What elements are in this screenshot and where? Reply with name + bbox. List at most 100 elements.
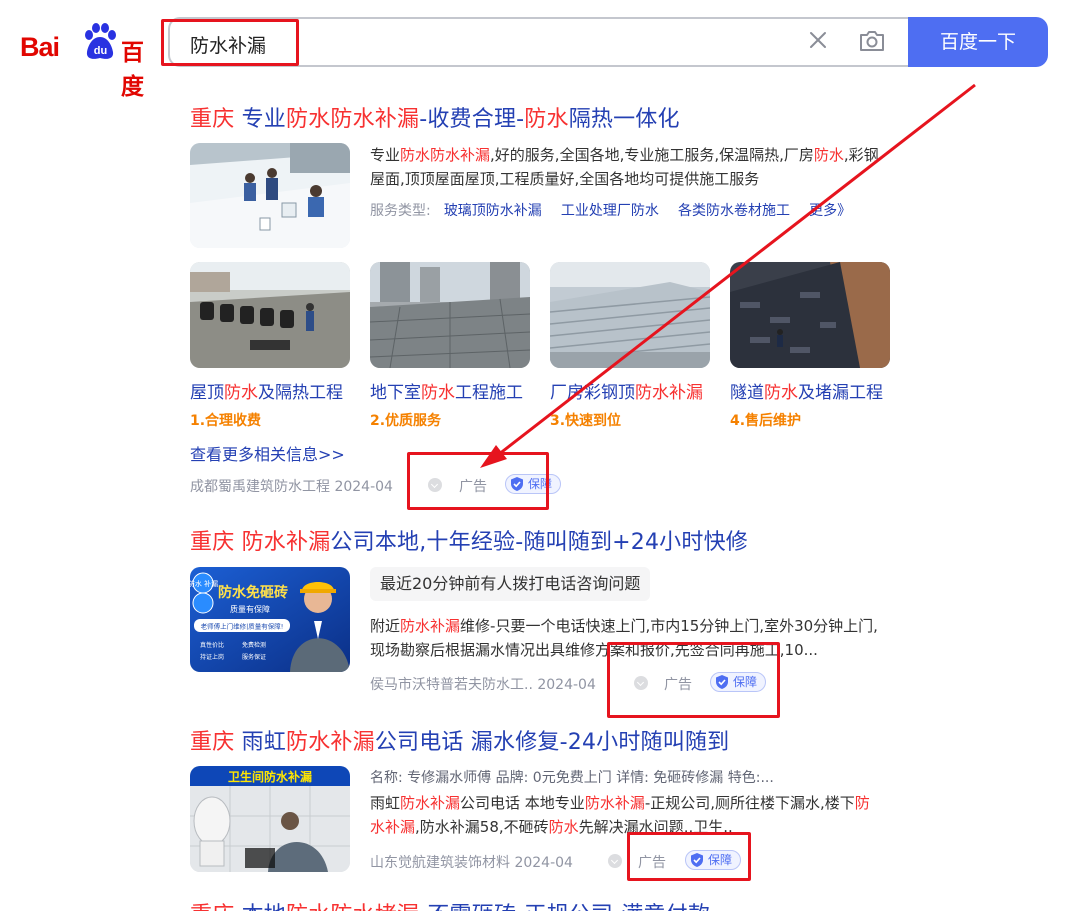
subitem-image[interactable] [190, 262, 350, 368]
title-part: -不需砸砖-正规公司-满意付款 [419, 903, 710, 911]
subitem-title-part: 防水 [224, 383, 258, 403]
subitem-title-part: 地下室 [370, 383, 421, 403]
ad-headline: 防水免砸砖 [218, 584, 288, 601]
snippet-part: -正规公司,厕所往楼下漏水,楼下 [644, 794, 855, 812]
tunnel-image [730, 262, 890, 368]
snippet-part: 防水防水补漏 [400, 146, 491, 164]
snippet-part: 防水补漏 [400, 794, 461, 812]
result-2-image[interactable]: 防水 补漏 防水免砸砖 质量有保障 老师傅上门维修|质量有保障! 真性价比 免费… [190, 567, 350, 672]
snippet-part: 专业 [370, 146, 401, 164]
snippet-part: 防水补漏 [400, 617, 461, 635]
subitem-tag: 1.合理收费 [190, 413, 262, 429]
ad-subline: 质量有保障 [230, 604, 270, 614]
image-banner-text: 卫生间防水补漏 [228, 769, 312, 784]
service-types-label: 服务类型: [370, 203, 431, 219]
result-1-main-image[interactable] [190, 143, 350, 248]
ad-banner: 老师傅上门维修|质量有保障! [201, 622, 284, 631]
service-link[interactable]: 工业处理厂防水 [561, 203, 659, 219]
title-part: 防水防水补漏 [286, 107, 420, 132]
subitem-title-part: 防水 [421, 383, 455, 403]
service-link[interactable]: 玻璃顶防水补漏 [444, 203, 542, 219]
ad-badge-text: 防水 补漏 [190, 579, 218, 588]
search-button[interactable]: 百度一下 [908, 17, 1048, 67]
result-1-source: 成都蜀禹建筑防水工程 2024-04 [190, 479, 393, 495]
subitem-image[interactable] [730, 262, 890, 368]
subitem-title-part: 及隔热工程 [258, 383, 343, 403]
subitem-title-part: 防水补漏 [635, 383, 703, 403]
subitem-title-part: 工程施工 [455, 383, 523, 403]
subitem-title-part: 屋顶 [190, 383, 224, 403]
result-3-source: 山东觉航建筑装饰材料 2024-04 [370, 855, 573, 871]
subitem-title-part: 隧道 [730, 383, 764, 403]
snippet-part: 防水补漏 [584, 794, 645, 812]
ad-bullet: 真性价比 [200, 641, 224, 649]
subitem-title[interactable]: 厂房彩钢顶防水补漏 [550, 378, 703, 403]
title-part: 本地 [234, 903, 286, 911]
subitem-title[interactable]: 隧道防水及堵漏工程 [730, 378, 883, 403]
title-part: -收费合理- [419, 107, 525, 132]
snippet-part: ,好的服务,全国各地,专业施工服务,保温隔热,厂房 [490, 146, 814, 164]
ad-bullet: 持证上岗 [200, 653, 224, 661]
subitem-title-part: 厂房彩钢顶 [550, 383, 635, 403]
chevron-down-icon[interactable] [608, 854, 622, 868]
annotation-box-ad-3 [627, 832, 751, 881]
result-2-title[interactable]: 重庆 防水补漏公司本地,十年经验-随叫随到+24小时快修 [190, 524, 748, 556]
logo-bai-text: Bai [20, 32, 60, 62]
rooftop-workers-image [190, 143, 350, 248]
waterproof-ad-image: 防水 补漏 防水免砸砖 质量有保障 老师傅上门维修|质量有保障! 真性价比 免费… [190, 567, 350, 672]
result-3-title[interactable]: 重庆 雨虹防水补漏公司电话 漏水修复-24小时随叫随到 [190, 724, 729, 756]
more-services-link[interactable]: 更多》 [809, 203, 851, 219]
basement-image [370, 262, 530, 368]
result-4-title[interactable]: 重庆 本地防水防水堵漏-不需砸砖-正规公司-满意付款 [190, 897, 710, 911]
service-types-row: 服务类型: 玻璃顶防水补漏 工业处理厂防水 各类防水卷材施工 更多》 [370, 200, 851, 220]
annotation-box-ad-1 [407, 452, 549, 510]
title-part [234, 530, 241, 555]
logo-cn-text: 百度 [121, 40, 144, 100]
title-part: 重庆 [190, 730, 235, 755]
subitem-tag: 2.优质服务 [370, 413, 442, 429]
service-link[interactable]: 各类防水卷材施工 [678, 203, 790, 219]
result-3-attributes: 名称: 专修漏水师傅 品牌: 0元免费上门 详情: 免砸砖修漏 特色:... [370, 770, 774, 786]
title-part: 重庆 [190, 530, 235, 555]
annotation-box-ad-2 [607, 642, 780, 718]
ad-bullet: 免费检测 [242, 641, 266, 649]
title-part: 隔热一体化 [568, 107, 680, 132]
logo-du-text: du [94, 45, 107, 57]
result-1-title[interactable]: 重庆 专业防水防水补漏-收费合理-防水隔热一体化 [190, 101, 680, 133]
subitem-tag: 4.售后维护 [730, 413, 802, 429]
subitem-title-part: 及堵漏工程 [798, 383, 883, 403]
result-3-image[interactable]: 卫生间防水补漏 [190, 766, 350, 872]
title-part: 专业 [234, 107, 286, 132]
title-part: 防水补漏 [241, 530, 331, 555]
close-icon[interactable] [806, 28, 830, 52]
snippet-part: 防水 [548, 818, 579, 836]
more-info-link[interactable]: 查看更多相关信息>> [190, 441, 345, 465]
steel-roof-image [550, 262, 710, 368]
subitem-title-part: 防水 [764, 383, 798, 403]
baidu-logo[interactable]: Bai du 百度 [20, 20, 150, 100]
result-2-source: 侯马市沃特普若夫防水工.. 2024-04 [370, 677, 596, 693]
subitem-image[interactable] [550, 262, 710, 368]
result-3-snippet: 雨虹防水补漏公司电话 本地专业防水补漏-正规公司,厕所往楼下漏水,楼下防水补漏,… [370, 791, 882, 839]
subitem-tag: 3.快速到位 [550, 413, 622, 429]
subitem-title[interactable]: 屋顶防水及隔热工程 [190, 378, 343, 403]
recent-call-tag: 最近20分钟前有人拨打电话咨询问题 [370, 567, 651, 601]
snippet-part: 公司电话 本地专业 [460, 794, 585, 812]
title-part: 雨虹 [234, 730, 286, 755]
snippet-part: ,防水补漏58,不砸砖 [415, 818, 549, 836]
ad-bullet: 服务保证 [242, 653, 266, 661]
subitem-title[interactable]: 地下室防水工程施工 [370, 378, 523, 403]
title-part: 公司本地,十年经验-随叫随到+24小时快修 [330, 530, 748, 555]
camera-icon[interactable] [858, 28, 886, 54]
snippet-part: 防水 [813, 146, 844, 164]
subitem-image[interactable] [370, 262, 530, 368]
paw-icon: du [85, 23, 116, 59]
snippet-part: 雨虹 [370, 794, 401, 812]
title-part: 防水 [524, 107, 569, 132]
roof-rolls-image [190, 262, 350, 368]
title-part: 重庆 [190, 107, 235, 132]
title-part: 防水防水堵漏 [286, 903, 419, 911]
title-part: 公司电话 漏水修复-24小时随叫随到 [374, 730, 730, 755]
title-part: 防水补漏 [286, 730, 375, 755]
snippet-part: 附近 [370, 617, 401, 635]
